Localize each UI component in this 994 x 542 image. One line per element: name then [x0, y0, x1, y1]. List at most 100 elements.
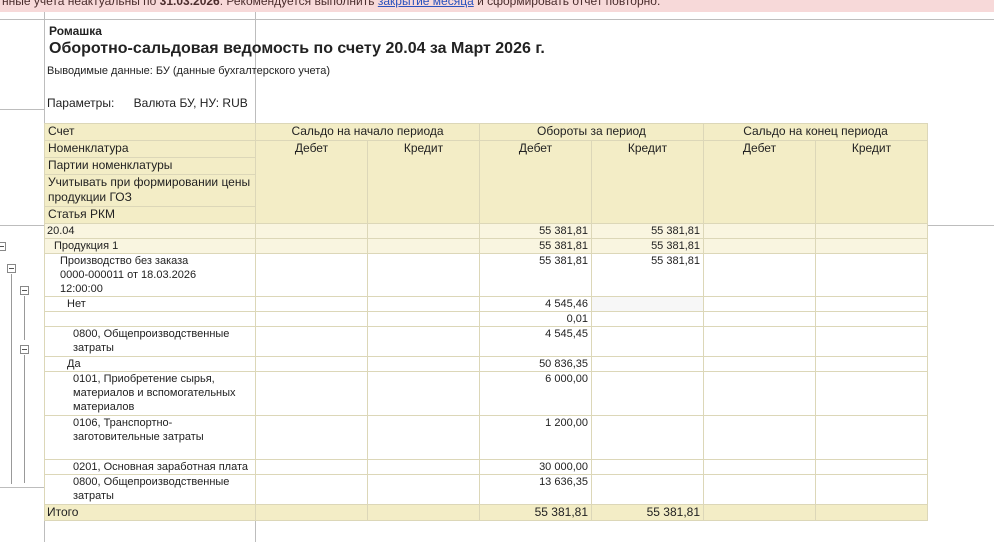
report-subtitle: Выводимые данные: БУ (данные бухгалтерск…: [47, 65, 330, 77]
cell: [255, 459, 368, 475]
cell: [255, 223, 368, 239]
turnover-debit: 55 381,81: [479, 223, 592, 239]
total-turnover-debit: 55 381,81: [479, 504, 592, 521]
cell: [703, 371, 816, 416]
turnover-debit: 0,01: [479, 311, 592, 327]
report-params: Параметры: Валюта БУ, НУ: RUB: [47, 96, 248, 110]
cell: [703, 356, 816, 372]
tree-line: [11, 274, 12, 484]
table-row[interactable]: 0,01: [44, 311, 928, 327]
row-name: 0101, Приобретение сырья, материалов и в…: [44, 371, 256, 416]
grid-line-4: [0, 487, 44, 488]
turnover-debit: 4 545,46: [479, 296, 592, 312]
cell: [255, 371, 368, 416]
header-rkm: Статья РКМ: [44, 206, 256, 224]
cell: [255, 253, 368, 297]
cell: [703, 238, 816, 254]
table-row[interactable]: 0106, Транспортно-заготовительные затрат…: [44, 415, 928, 460]
report-table: Счет Сальдо на начало периода Обороты за…: [44, 123, 928, 521]
cell: [591, 326, 704, 357]
table-row[interactable]: Да 50 836,35: [44, 356, 928, 372]
cell: [367, 223, 480, 239]
cell: [255, 326, 368, 357]
cell: [815, 474, 928, 505]
cell: [815, 223, 928, 239]
cell: [591, 311, 704, 327]
cell: [367, 253, 480, 297]
turnover-debit: 1 200,00: [479, 415, 592, 460]
header-closing-debit: Дебет: [703, 140, 816, 224]
warning-text-1: нные учета неактуальны по: [2, 0, 157, 8]
grid-line-1: [0, 19, 994, 20]
collapse-icon[interactable]: [20, 345, 29, 354]
table-row[interactable]: 0201, Основная заработная плата 30 000,0…: [44, 459, 928, 475]
cell: [591, 296, 704, 312]
cell: [703, 415, 816, 460]
table-row[interactable]: Нет 4 545,46: [44, 296, 928, 312]
row-name: Производство без заказа 0000-000011 от 1…: [44, 253, 256, 297]
cell: [815, 459, 928, 475]
table-row[interactable]: Производство без заказа 0000-000011 от 1…: [44, 253, 928, 297]
cell: [591, 474, 704, 505]
cell: [703, 223, 816, 239]
turnover-debit: 6 000,00: [479, 371, 592, 416]
header-goz: Учитывать при формировании цены продукци…: [44, 174, 256, 207]
turnover-credit: 55 381,81: [591, 223, 704, 239]
cell: [367, 459, 480, 475]
header-batches: Партии номенклатуры: [44, 157, 256, 175]
cell: [703, 311, 816, 327]
cell: [255, 238, 368, 254]
cell: [815, 296, 928, 312]
turnover-debit: 55 381,81: [479, 238, 592, 254]
total-label: Итого: [44, 504, 256, 521]
warning-text-3: и сформировать отчет повторно.: [477, 0, 661, 8]
grid-line-2: [0, 109, 44, 110]
organization-name: Ромашка: [49, 24, 102, 38]
total-row[interactable]: Итого 55 381,81 55 381,81: [44, 504, 928, 521]
cell: [815, 326, 928, 357]
cell: [815, 415, 928, 460]
turnover-credit: 55 381,81: [591, 238, 704, 254]
turnover-debit: 13 636,35: [479, 474, 592, 505]
table-row[interactable]: 0800, Общепроизводственные затраты 13 63…: [44, 474, 928, 505]
header-nomenclature: Номенклатура: [44, 140, 256, 158]
table-row[interactable]: Продукция 1 55 381,81 55 381,81: [44, 238, 928, 254]
cell: [255, 504, 368, 521]
header-opening-balance: Сальдо на начало периода: [255, 123, 480, 141]
cell: [815, 311, 928, 327]
header-turnover-debit: Дебет: [479, 140, 592, 224]
cell: [255, 296, 368, 312]
turnover-debit: 4 545,45: [479, 326, 592, 357]
cell: [703, 296, 816, 312]
table-row[interactable]: 0800, Общепроизводственные затраты 4 545…: [44, 326, 928, 357]
row-name: Продукция 1: [44, 238, 256, 254]
table-row[interactable]: 20.04 55 381,81 55 381,81: [44, 223, 928, 239]
row-name: 0800, Общепроизводственные затраты: [44, 474, 256, 505]
header-closing-balance: Сальдо на конец периода: [703, 123, 928, 141]
row-name: [44, 311, 256, 327]
turnover-debit: 30 000,00: [479, 459, 592, 475]
tree-line: [24, 296, 25, 340]
total-turnover-credit: 55 381,81: [591, 504, 704, 521]
cell: [255, 311, 368, 327]
cell: [591, 356, 704, 372]
collapse-icon[interactable]: [20, 286, 29, 295]
turnover-debit: 55 381,81: [479, 253, 592, 297]
cell: [591, 415, 704, 460]
cell: [815, 356, 928, 372]
close-month-link[interactable]: закрытие месяца: [378, 0, 474, 8]
cell: [815, 253, 928, 297]
header-account: Счет: [44, 123, 256, 141]
warning-date: 31.03.2026: [159, 0, 220, 8]
cell: [591, 459, 704, 475]
params-value: Валюта БУ, НУ: RUB: [133, 96, 248, 110]
cell: [367, 415, 480, 460]
collapse-icon[interactable]: [0, 242, 6, 251]
cell: [815, 371, 928, 416]
warning-banner: нные учета неактуальны по 31.03.2026. Ре…: [0, 0, 994, 12]
table-row[interactable]: 0101, Приобретение сырья, материалов и в…: [44, 371, 928, 416]
cell: [591, 371, 704, 416]
collapse-icon[interactable]: [7, 264, 16, 273]
header-opening-credit: Кредит: [367, 140, 480, 224]
warning-text-2: . Рекомендуется выполнить: [219, 0, 375, 8]
